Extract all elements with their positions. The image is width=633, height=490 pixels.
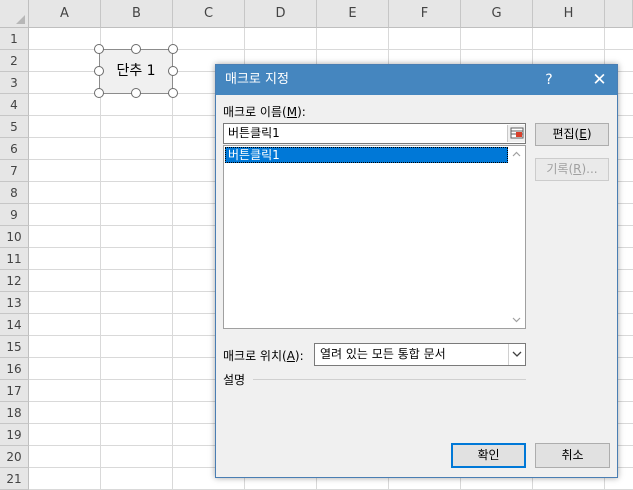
cancel-button[interactable]: 취소 xyxy=(535,443,610,468)
row-header-16[interactable]: 16 xyxy=(0,358,29,380)
dialog-titlebar[interactable]: 매크로 지정 ? ✕ xyxy=(216,65,617,95)
column-header-b[interactable]: B xyxy=(101,0,173,28)
scroll-down-icon[interactable] xyxy=(508,311,525,328)
ok-button[interactable]: 확인 xyxy=(451,443,526,468)
macro-location-value: 열려 있는 모든 통합 문서 xyxy=(320,347,446,361)
macro-name-input[interactable]: 버튼클릭1 xyxy=(223,123,526,144)
resize-handle[interactable] xyxy=(168,88,178,98)
resize-handle[interactable] xyxy=(94,44,104,54)
description-divider xyxy=(253,379,526,380)
location-label-suffix: ): xyxy=(294,349,304,363)
close-icon[interactable]: ✕ xyxy=(582,65,617,95)
chevron-down-icon[interactable] xyxy=(508,344,525,365)
row-header-5[interactable]: 5 xyxy=(0,116,29,138)
scroll-up-icon[interactable] xyxy=(508,146,525,163)
row-header-11[interactable]: 11 xyxy=(0,248,29,270)
column-header-d[interactable]: D xyxy=(245,0,317,28)
macro-location-select[interactable]: 열려 있는 모든 통합 문서 xyxy=(314,343,526,366)
resize-handle[interactable] xyxy=(94,66,104,76)
row-header-1[interactable]: 1 xyxy=(0,28,29,50)
row-header-20[interactable]: 20 xyxy=(0,446,29,468)
macro-name-label-prefix: 매크로 이름( xyxy=(223,105,287,119)
location-label-prefix: 매크로 위치( xyxy=(223,349,287,363)
column-header-a[interactable]: A xyxy=(29,0,101,28)
macro-name-label-key: M xyxy=(286,105,298,119)
assign-macro-dialog: 매크로 지정 ? ✕ 매크로 이름(M): 버튼클릭1 버튼클릭1 편집(E) … xyxy=(215,64,618,478)
column-header-f[interactable]: F xyxy=(389,0,461,28)
edit-button-prefix: 편집( xyxy=(552,127,580,141)
macro-list[interactable]: 버튼클릭1 xyxy=(223,145,526,329)
macro-location-label: 매크로 위치(A): xyxy=(223,347,304,364)
macro-name-label: 매크로 이름(M): xyxy=(223,103,306,120)
resize-handle[interactable] xyxy=(131,44,141,54)
column-header-g[interactable]: G xyxy=(461,0,533,28)
help-icon[interactable]: ? xyxy=(534,65,564,95)
row-header-18[interactable]: 18 xyxy=(0,402,29,424)
edit-button-suffix: ) xyxy=(586,127,592,141)
row-header-14[interactable]: 14 xyxy=(0,314,29,336)
column-header-overflow xyxy=(605,0,633,28)
row-header-13[interactable]: 13 xyxy=(0,292,29,314)
edit-button-key: E xyxy=(579,127,587,141)
row-header-17[interactable]: 17 xyxy=(0,380,29,402)
macro-name-label-suffix: ): xyxy=(297,105,306,119)
row-header-3[interactable]: 3 xyxy=(0,72,29,94)
resize-handle[interactable] xyxy=(168,44,178,54)
row-header-2[interactable]: 2 xyxy=(0,50,29,72)
list-scrollbar[interactable] xyxy=(508,146,525,328)
form-button-label: 단추 1 xyxy=(116,63,156,79)
record-button[interactable]: 기록(R)... xyxy=(535,158,609,181)
row-header-21[interactable]: 21 xyxy=(0,468,29,490)
row-header-12[interactable]: 12 xyxy=(0,270,29,292)
collapse-dialog-icon[interactable] xyxy=(507,125,525,142)
location-label-key: A xyxy=(286,349,295,363)
row-header-15[interactable]: 15 xyxy=(0,336,29,358)
row-header-8[interactable]: 8 xyxy=(0,182,29,204)
column-header-c[interactable]: C xyxy=(173,0,245,28)
row-header-6[interactable]: 6 xyxy=(0,138,29,160)
record-button-suffix: )... xyxy=(581,162,598,176)
resize-handle[interactable] xyxy=(94,88,104,98)
macro-name-value: 버튼클릭1 xyxy=(228,126,280,140)
record-button-prefix: 기록( xyxy=(546,162,574,176)
dialog-title: 매크로 지정 xyxy=(225,72,289,87)
row-header-7[interactable]: 7 xyxy=(0,160,29,182)
select-all-corner[interactable] xyxy=(0,0,29,28)
macro-list-item[interactable]: 버튼클릭1 xyxy=(225,147,508,163)
edit-button[interactable]: 편집(E) xyxy=(535,123,609,146)
row-header-19[interactable]: 19 xyxy=(0,424,29,446)
column-header-h[interactable]: H xyxy=(533,0,605,28)
row-header-10[interactable]: 10 xyxy=(0,226,29,248)
resize-handle[interactable] xyxy=(131,88,141,98)
column-header-e[interactable]: E xyxy=(317,0,389,28)
row-header-9[interactable]: 9 xyxy=(0,204,29,226)
description-label: 설명 xyxy=(223,373,246,387)
row-header-4[interactable]: 4 xyxy=(0,94,29,116)
resize-handle[interactable] xyxy=(168,66,178,76)
